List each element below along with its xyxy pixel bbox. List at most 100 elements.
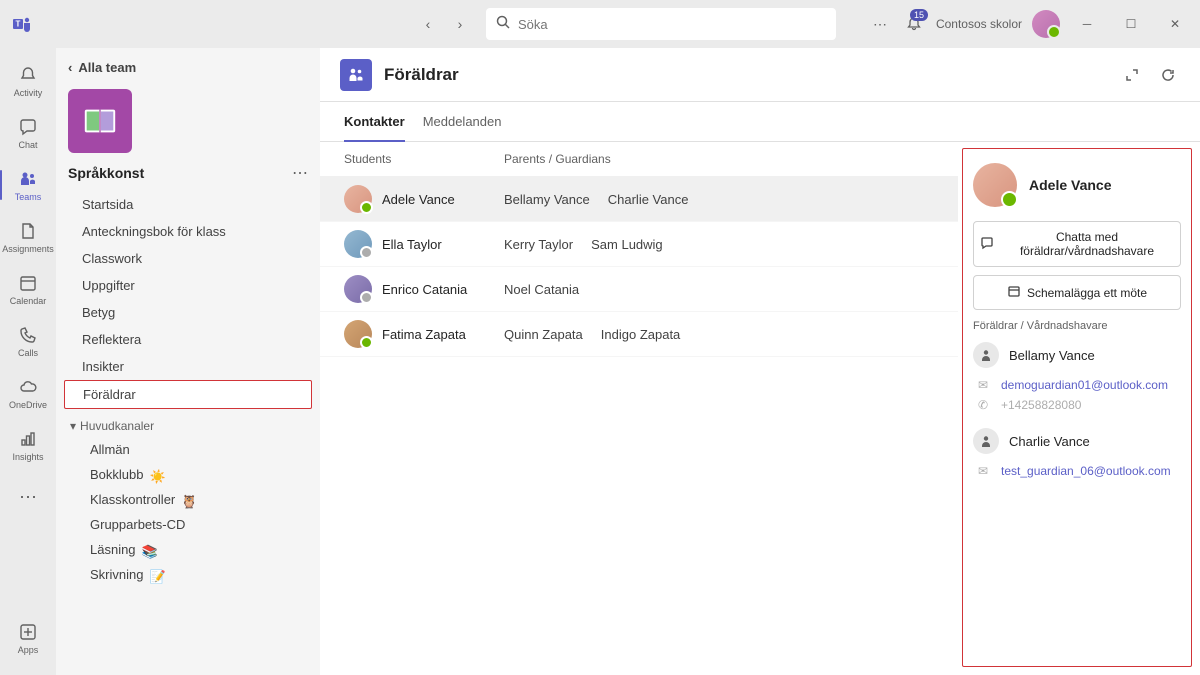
nav-assignments[interactable]: Uppgifter: [64, 272, 312, 299]
close-button[interactable]: ✕: [1158, 10, 1192, 38]
guardian-name: Bellamy Vance: [1009, 348, 1095, 363]
memo-icon: 📝: [149, 569, 161, 581]
guardian-name: Charlie Vance: [608, 192, 689, 207]
student-name: Enrico Catania: [382, 282, 467, 297]
rail-apps[interactable]: Apps: [0, 613, 56, 663]
more-icon[interactable]: ⋯: [868, 12, 892, 36]
org-name[interactable]: Contosos skolor: [936, 17, 1022, 31]
guardian-name: Indigo Zapata: [601, 327, 681, 342]
insights-icon: [17, 428, 39, 450]
rail-label: Chat: [18, 140, 37, 150]
channels-header[interactable]: ▾ Huvudkanaler: [64, 409, 312, 437]
guardian-name: Kerry Taylor: [504, 237, 573, 252]
rail-activity[interactable]: Activity: [0, 56, 56, 106]
back-button[interactable]: ‹: [414, 10, 442, 38]
student-avatar: [344, 275, 372, 303]
notification-badge: 15: [910, 9, 928, 21]
schedule-meeting-button[interactable]: Schemalägga ett möte: [973, 275, 1181, 310]
detail-student-name: Adele Vance: [1029, 177, 1112, 193]
rail-calls[interactable]: Calls: [0, 316, 56, 366]
team-more-icon[interactable]: ⋯: [292, 163, 308, 183]
guardian-name: Sam Ludwig: [591, 237, 663, 252]
nav-reflect[interactable]: Reflektera: [64, 326, 312, 353]
phone-icon: [17, 324, 39, 346]
guardian-email[interactable]: ✉test_guardian_06@outlook.com: [975, 464, 1181, 478]
cloud-icon: [17, 376, 39, 398]
refresh-icon[interactable]: [1156, 63, 1180, 87]
table-row[interactable]: Adele Vance Bellamy Vance Charlie Vance: [320, 177, 958, 222]
rail-label: Teams: [15, 192, 42, 202]
person-icon: [973, 342, 999, 368]
chevron-down-icon: ▾: [70, 419, 76, 433]
guardian-name: Bellamy Vance: [504, 192, 590, 207]
chevron-left-icon: ‹: [68, 60, 72, 75]
student-name: Fatima Zapata: [382, 327, 466, 342]
guardian-name: Noel Catania: [504, 282, 579, 297]
rail-label: OneDrive: [9, 400, 47, 410]
user-avatar[interactable]: [1032, 10, 1060, 38]
teams-icon: [17, 168, 39, 190]
assignments-icon: [17, 220, 39, 242]
channel-bookclub[interactable]: Bokklubb☀️: [64, 462, 312, 487]
search-icon: [496, 15, 510, 34]
rail-teams[interactable]: Teams: [0, 160, 56, 210]
guardian-phone[interactable]: ✆+14258828080: [975, 398, 1181, 412]
team-tile[interactable]: [68, 89, 132, 153]
channel-writing[interactable]: Skrivning📝: [64, 562, 312, 587]
mail-icon: ✉: [975, 378, 991, 392]
titlebar: T ‹ › ⋯ 15 Contosos skolor ─ ☐ ✕: [0, 0, 1200, 48]
content-header: Föräldrar: [320, 48, 1200, 102]
minimize-button[interactable]: ─: [1070, 10, 1104, 38]
chat-parents-button[interactable]: Chatta med föräldrar/vårdnadshavare: [973, 221, 1181, 267]
nav-insights[interactable]: Insikter: [64, 353, 312, 380]
guardian-block: Charlie Vance ✉test_guardian_06@outlook.…: [973, 428, 1181, 478]
nav-notebook[interactable]: Anteckningsbok för klass: [64, 218, 312, 245]
tab-messages[interactable]: Meddelanden: [423, 102, 502, 141]
rail-onedrive[interactable]: OneDrive: [0, 368, 56, 418]
channel-groupwork[interactable]: Grupparbets-CD: [64, 512, 312, 537]
all-teams-label: Alla team: [78, 60, 136, 75]
search-box[interactable]: [486, 8, 836, 40]
rail-label: Apps: [18, 645, 39, 655]
app-rail: Activity Chat Teams Assignments Calendar…: [0, 48, 56, 675]
student-name: Adele Vance: [382, 192, 455, 207]
maximize-button[interactable]: ☐: [1114, 10, 1148, 38]
page-title: Föräldrar: [384, 65, 459, 85]
button-label: Chatta med föräldrar/vårdnadshavare: [1000, 230, 1174, 258]
rail-more[interactable]: ⋯: [0, 472, 56, 522]
forward-button[interactable]: ›: [446, 10, 474, 38]
calendar-icon: [17, 272, 39, 294]
table-row[interactable]: Ella Taylor Kerry TaylorSam Ludwig: [320, 222, 958, 267]
detail-panel: Adele Vance Chatta med föräldrar/vårdnad…: [962, 148, 1192, 667]
all-teams-link[interactable]: ‹ Alla team: [64, 60, 312, 75]
tab-contacts[interactable]: Kontakter: [344, 102, 405, 141]
more-icon: ⋯: [17, 486, 39, 508]
nav-grades[interactable]: Betyg: [64, 299, 312, 326]
notifications-icon[interactable]: 15: [902, 12, 926, 36]
channel-reading[interactable]: Läsning📚: [64, 537, 312, 562]
phone-icon: ✆: [975, 398, 991, 412]
tabs: Kontakter Meddelanden: [320, 102, 1200, 142]
expand-icon[interactable]: [1120, 63, 1144, 87]
nav-home[interactable]: Startsida: [64, 191, 312, 218]
rail-label: Calls: [18, 348, 38, 358]
svg-text:T: T: [16, 20, 21, 29]
table-row[interactable]: Enrico Catania Noel Catania: [320, 267, 958, 312]
search-input[interactable]: [518, 17, 826, 32]
rail-label: Insights: [12, 452, 43, 462]
rail-label: Calendar: [10, 296, 47, 306]
person-icon: [973, 428, 999, 454]
channel-classcheck[interactable]: Klasskontroller🦉: [64, 487, 312, 512]
rail-assignments[interactable]: Assignments: [0, 212, 56, 262]
rail-label: Assignments: [2, 244, 54, 254]
nav-classwork[interactable]: Classwork: [64, 245, 312, 272]
rail-insights[interactable]: Insights: [0, 420, 56, 470]
teams-logo-icon: T: [8, 10, 36, 38]
table-row[interactable]: Fatima Zapata Quinn ZapataIndigo Zapata: [320, 312, 958, 357]
books-icon: 📚: [142, 544, 154, 556]
nav-parents[interactable]: Föräldrar: [64, 380, 312, 409]
guardian-email[interactable]: ✉demoguardian01@outlook.com: [975, 378, 1181, 392]
channel-general[interactable]: Allmän: [64, 437, 312, 462]
rail-calendar[interactable]: Calendar: [0, 264, 56, 314]
rail-chat[interactable]: Chat: [0, 108, 56, 158]
